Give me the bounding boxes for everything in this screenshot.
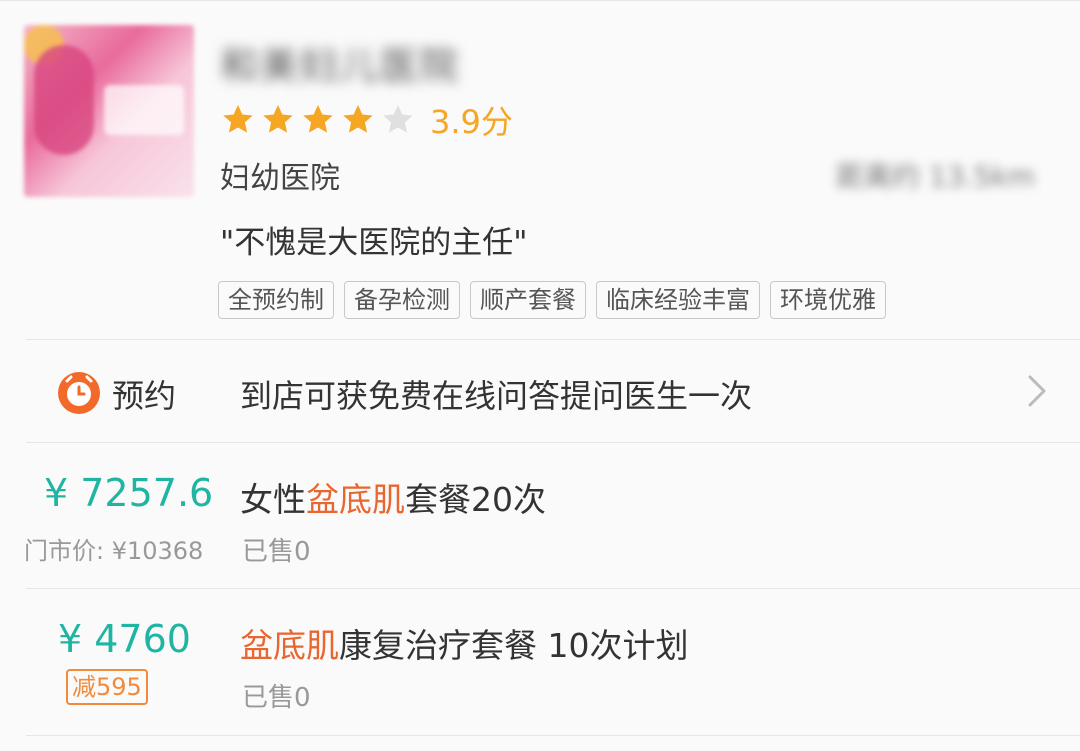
shop-thumbnail[interactable] [24, 25, 194, 197]
shop-category: 妇幼医院 [220, 161, 340, 196]
booking-row[interactable]: 预约 到店可获免费在线问答提问医生一次 [0, 341, 1080, 441]
discount-badge: 减595 [66, 669, 148, 705]
deal-title-highlight: 盆底肌 [240, 626, 339, 665]
tag: 临床经验丰富 [596, 281, 760, 319]
thumbnail-shape [34, 45, 94, 155]
deal-title: 女性盆底肌套餐20次 [240, 473, 546, 521]
star-filled-icon [343, 105, 373, 133]
star-filled-icon [303, 105, 333, 133]
deal-sold-count: 已售0 [242, 537, 311, 567]
shop-card[interactable]: 和美妇儿医院 3.9分 妇幼医院 距离约 13.5km "不愧是大医院的主任" … [0, 0, 1080, 751]
shop-name[interactable]: 和美妇儿医院 [220, 35, 460, 90]
thumbnail-shape [104, 85, 184, 135]
divider [26, 339, 1080, 340]
rating-score: 3.9分 [430, 103, 513, 141]
deal-title-text: 女性 [240, 480, 306, 519]
deal-item[interactable]: ¥ 4760 减595 盆底肌康复治疗套餐 10次计划 已售0 [0, 589, 1080, 734]
deal-title-text: 套餐20次 [405, 480, 546, 519]
deal-title-highlight: 盆底肌 [306, 480, 405, 519]
star-filled-icon [263, 105, 293, 133]
divider [26, 735, 1080, 736]
booking-text: 到店可获免费在线问答提问医生一次 [240, 377, 753, 415]
deal-sold-count: 已售0 [242, 683, 311, 713]
tag-list: 全预约制 备孕检测 顺产套餐 临床经验丰富 环境优雅 [218, 281, 896, 319]
review-quote: "不愧是大医院的主任" [220, 225, 528, 261]
deal-price: ¥ 4760 [58, 617, 191, 661]
deal-price: ¥ 7257.6 [44, 471, 214, 515]
deal-item[interactable]: ¥ 7257.6 门市价: ¥10368 女性盆底肌套餐20次 已售0 [0, 443, 1080, 588]
star-empty-icon [383, 105, 413, 133]
deal-title-text: 康复治疗套餐 10次计划 [339, 626, 689, 665]
rating: 3.9分 [220, 97, 513, 143]
tag: 备孕检测 [344, 281, 460, 319]
deal-original-price: 门市价: ¥10368 [24, 537, 204, 565]
tag: 全预约制 [218, 281, 334, 319]
deal-title: 盆底肌康复治疗套餐 10次计划 [240, 619, 688, 667]
booking-label: 预约 [112, 377, 177, 415]
star-filled-icon [223, 105, 253, 133]
alarm-clock-icon [58, 372, 100, 414]
tag: 环境优雅 [770, 281, 886, 319]
tag: 顺产套餐 [470, 281, 586, 319]
chevron-right-icon [1028, 375, 1046, 407]
shop-distance: 距离约 13.5km [836, 160, 1035, 193]
